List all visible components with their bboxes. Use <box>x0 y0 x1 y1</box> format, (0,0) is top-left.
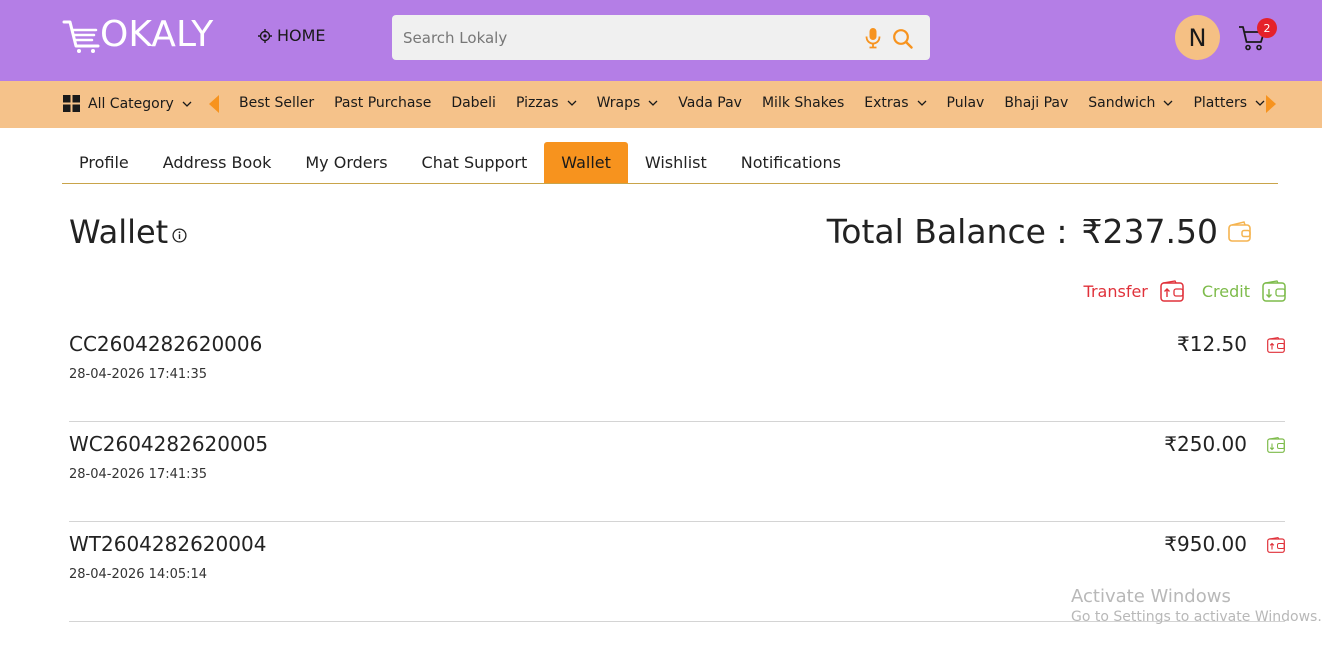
category-label: Platters <box>1193 95 1247 111</box>
category-item[interactable]: Best Seller <box>239 95 314 111</box>
category-bar: All Category Best Seller Past Purchase Dab… <box>0 81 1322 128</box>
transaction-id: WT2604282620004 <box>69 532 267 556</box>
credit-button[interactable]: Credit <box>1202 280 1286 302</box>
lokaly-logo[interactable]: OKALY <box>62 15 213 55</box>
transfer-button[interactable]: Transfer <box>1084 280 1184 302</box>
transfer-label: Transfer <box>1083 281 1148 301</box>
tab-wishlist[interactable]: Wishlist <box>628 142 724 183</box>
transaction-id: WC2604282620005 <box>69 432 269 456</box>
category-label: Dabeli <box>451 95 496 111</box>
chevron-down-icon <box>182 101 192 107</box>
wallet-title: Wallet <box>69 213 169 251</box>
wallet-transfer-icon <box>1160 280 1184 302</box>
transaction-list: CC2604282620006 28-04-2026 17:41:35 ₹12.50… <box>69 322 1285 622</box>
category-label: Best Seller <box>239 95 315 111</box>
chevron-down-icon <box>1255 100 1265 106</box>
page-title: Wallet <box>69 213 187 251</box>
category-label: Bhaji Pav <box>1004 95 1069 111</box>
transaction-amount: ₹250.00 <box>1164 432 1247 456</box>
search-box <box>392 15 930 60</box>
transaction-row: WC2604282620005 28-04-2026 17:41:35 ₹250.0… <box>69 422 1285 522</box>
grid-icon <box>63 95 80 112</box>
chevron-down-icon <box>917 100 926 106</box>
total-balance-label: Total Balance : <box>826 212 1068 251</box>
total-balance-value: ₹237.50 <box>1081 212 1218 251</box>
total-balance: Total Balance : ₹237.50 <box>827 212 1252 251</box>
category-item[interactable]: Bhaji Pav <box>1004 95 1068 111</box>
wallet-transfer-icon <box>1267 337 1285 353</box>
category-label: Pulav <box>946 95 985 111</box>
home-label: HOME <box>277 26 326 45</box>
location-target-icon <box>258 28 272 43</box>
category-label: Milk Shakes <box>761 95 845 111</box>
tab-notifications[interactable]: Notifications <box>724 142 858 183</box>
top-header: OKALY HOME N 2 <box>0 0 1322 81</box>
category-item[interactable]: Dabeli <box>451 95 496 111</box>
scroll-right-arrow-icon[interactable] <box>1265 94 1277 114</box>
category-label: Sandwich <box>1088 95 1156 111</box>
chevron-down-icon <box>567 100 577 106</box>
wallet-actions: Transfer Credit <box>1084 280 1286 302</box>
transaction-date: 28-04-2026 17:41:35 <box>69 367 208 382</box>
wallet-credit-icon <box>1267 437 1285 453</box>
category-item[interactable]: Platters <box>1193 95 1265 111</box>
wallet-transfer-icon <box>1267 537 1285 553</box>
tab-wallet[interactable]: Wallet <box>544 142 628 183</box>
search-icon[interactable] <box>892 28 913 49</box>
logo-text: OKALY <box>100 14 214 55</box>
account-tabs: Profile Address Book My Orders Chat Support… <box>62 142 1278 184</box>
watermark-subtitle: Go to Settings to activate Windows. <box>1071 609 1322 625</box>
tab-my-orders[interactable]: My Orders <box>288 142 404 183</box>
transaction-amount: ₹12.50 <box>1177 332 1247 356</box>
category-label: Vada Pav <box>678 95 742 111</box>
transaction-amount: ₹950.00 <box>1164 532 1247 556</box>
info-icon[interactable] <box>172 227 187 243</box>
category-item[interactable]: Pizzas <box>516 95 577 111</box>
transaction-date: 28-04-2026 17:41:35 <box>69 467 208 482</box>
wallet-icon <box>1228 220 1251 242</box>
category-item[interactable]: Wraps <box>597 95 659 111</box>
category-list: Best Seller Past Purchase Dabeli Pizzas Wrap… <box>239 95 1285 111</box>
category-label: Extras <box>864 95 909 111</box>
category-label: Past Purchase <box>334 95 432 111</box>
watermark-title: Activate Windows <box>1071 586 1231 607</box>
category-item[interactable]: Past Purchase <box>334 95 431 111</box>
home-link[interactable]: HOME <box>258 26 326 45</box>
tab-chat-support[interactable]: Chat Support <box>405 142 545 183</box>
all-category-dropdown[interactable]: All Category <box>63 95 192 112</box>
wallet-credit-icon <box>1262 280 1286 302</box>
microphone-icon[interactable] <box>864 27 882 49</box>
credit-label: Credit <box>1201 281 1250 301</box>
category-item[interactable]: Sandwich <box>1088 95 1173 111</box>
transaction-row: CC2604282620006 28-04-2026 17:41:35 ₹12.50 <box>69 322 1285 422</box>
tab-address-book[interactable]: Address Book <box>146 142 289 183</box>
user-avatar[interactable]: N <box>1175 15 1220 60</box>
category-item[interactable]: Extras <box>864 95 926 111</box>
chevron-down-icon <box>1163 100 1173 106</box>
chevron-down-icon <box>648 100 658 106</box>
cart-count-badge: 2 <box>1257 18 1277 38</box>
tab-profile[interactable]: Profile <box>62 142 146 183</box>
category-label: Wraps <box>596 95 641 111</box>
all-category-label: All Category <box>88 95 174 112</box>
category-item[interactable]: Pulav <box>947 95 985 111</box>
category-item[interactable]: Vada Pav <box>678 95 742 111</box>
scroll-left-arrow-icon[interactable] <box>208 94 220 114</box>
avatar-initial: N <box>1188 23 1207 52</box>
category-label: Pizzas <box>515 95 559 111</box>
cart-logo-icon <box>62 20 100 53</box>
transaction-date: 28-04-2026 14:05:14 <box>69 567 208 582</box>
category-item[interactable]: Milk Shakes <box>762 95 844 111</box>
search-input[interactable] <box>392 15 852 60</box>
activate-windows-watermark: Activate Windows Go to Settings to activ… <box>1071 586 1322 625</box>
transaction-id: CC2604282620006 <box>69 332 263 356</box>
